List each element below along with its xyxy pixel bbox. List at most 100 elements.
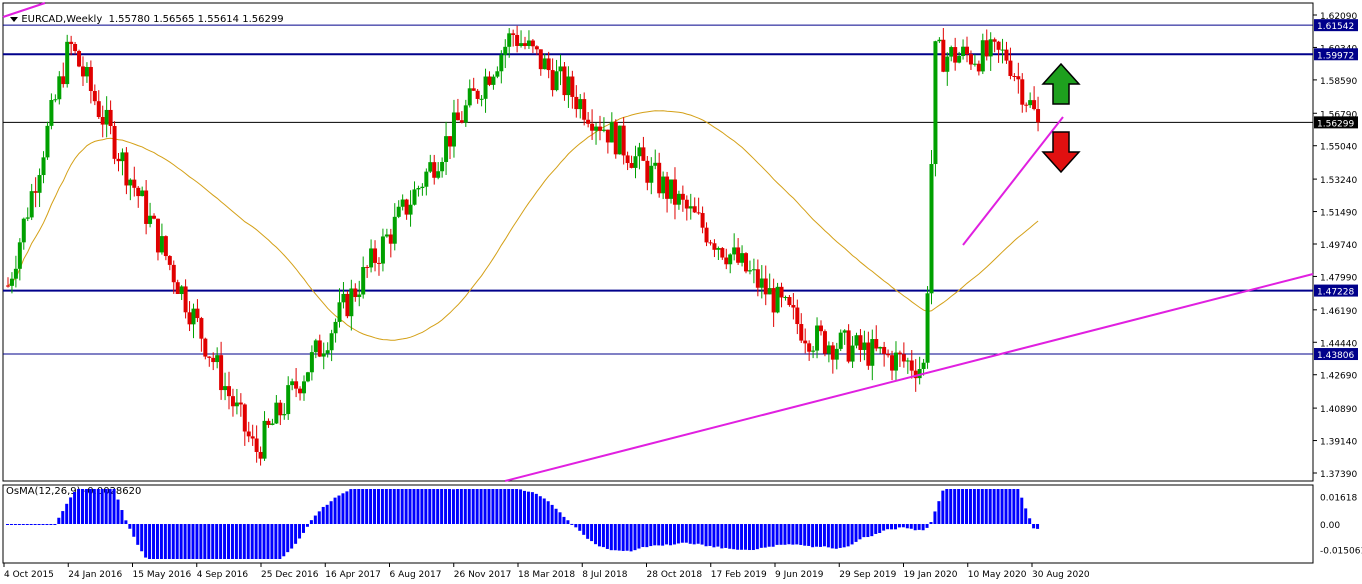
candle-bear bbox=[818, 325, 823, 332]
candle-bull bbox=[728, 254, 733, 265]
osma-bar bbox=[736, 524, 740, 550]
osma-bar bbox=[874, 524, 878, 534]
candle-bear bbox=[672, 179, 677, 205]
candle-bear bbox=[771, 288, 776, 313]
candle-bear bbox=[822, 331, 827, 354]
osma-bar bbox=[116, 499, 120, 524]
osma-bar bbox=[53, 524, 57, 525]
osma-bar bbox=[298, 524, 302, 539]
osma-bar bbox=[432, 489, 436, 524]
osma-bar bbox=[732, 524, 736, 550]
candle-bear bbox=[866, 342, 871, 366]
candle-bull bbox=[826, 345, 831, 354]
candle-bull bbox=[945, 56, 950, 72]
y-tick-label: 1.46190 bbox=[1320, 307, 1357, 317]
osma-bar bbox=[704, 524, 708, 547]
candle-bull bbox=[491, 76, 496, 85]
candle-bull bbox=[862, 342, 867, 350]
x-tick-label: 4 Sep 2016 bbox=[197, 570, 249, 580]
osma-bar bbox=[633, 524, 637, 551]
candle-bull bbox=[751, 269, 756, 271]
candle-bull bbox=[420, 186, 425, 189]
osma-bar bbox=[913, 524, 917, 531]
osma-bar bbox=[163, 524, 167, 559]
osma-bar bbox=[519, 489, 523, 524]
corner-trendline[interactable] bbox=[2, 2, 46, 18]
osma-bar bbox=[965, 489, 969, 524]
x-tick-label: 16 Apr 2017 bbox=[325, 570, 381, 580]
y-tick-label: 1.51490 bbox=[1320, 209, 1357, 219]
osma-bar bbox=[779, 524, 783, 545]
osma-bar bbox=[716, 524, 720, 547]
osma-bar bbox=[1000, 489, 1004, 524]
candle-bear bbox=[404, 199, 409, 215]
osma-bar bbox=[929, 522, 933, 524]
osma-bar bbox=[388, 489, 392, 524]
candle-bull bbox=[878, 346, 883, 349]
osma-bar bbox=[578, 524, 582, 531]
candle-bear bbox=[230, 396, 235, 407]
candle-bull bbox=[234, 402, 239, 407]
osma-bar bbox=[187, 524, 191, 559]
osma-bar bbox=[440, 489, 444, 524]
osma-bar bbox=[526, 491, 530, 524]
osma-bar bbox=[941, 490, 945, 524]
y-tick-label: 1.53240 bbox=[1320, 176, 1357, 186]
osma-bar bbox=[720, 524, 724, 549]
candle-bull bbox=[305, 372, 310, 382]
candle-bull bbox=[594, 126, 599, 131]
x-tick-label: 17 Feb 2019 bbox=[711, 570, 767, 580]
osma-bar bbox=[1020, 497, 1024, 524]
candle-bear bbox=[830, 345, 835, 360]
osma-bar bbox=[444, 489, 448, 524]
osma-bar bbox=[120, 510, 124, 524]
osma-tick-label: -0.015061 bbox=[1320, 547, 1362, 557]
x-tick-label: 8 Jul 2018 bbox=[582, 570, 627, 580]
x-tick-label: 26 Nov 2017 bbox=[454, 570, 512, 580]
short-trendline[interactable] bbox=[962, 116, 1064, 246]
candle-bear bbox=[550, 70, 555, 91]
osma-bar bbox=[262, 524, 266, 559]
price-chart[interactable]: 1.620901.603401.585901.567901.550401.532… bbox=[0, 0, 1362, 584]
candle-bull bbox=[759, 278, 764, 288]
osma-bar bbox=[41, 524, 45, 525]
osma-bar bbox=[148, 524, 152, 559]
candle-bear bbox=[207, 356, 212, 358]
osma-bar bbox=[278, 524, 282, 559]
osma-bar bbox=[207, 524, 211, 559]
osma-bar bbox=[917, 524, 921, 530]
osma-bar bbox=[866, 524, 870, 538]
candle-bear bbox=[33, 191, 38, 193]
osma-bar bbox=[818, 524, 822, 547]
osma-bar bbox=[337, 495, 341, 524]
osma-bar bbox=[676, 524, 680, 544]
osma-bar bbox=[740, 524, 744, 550]
osma-bar bbox=[661, 524, 665, 546]
osma-bar bbox=[159, 524, 163, 559]
osma-bar bbox=[448, 489, 452, 524]
candle-bull bbox=[669, 179, 674, 199]
osma-bar bbox=[767, 524, 771, 547]
rising-trendline[interactable] bbox=[504, 273, 1314, 482]
candle-bear bbox=[534, 46, 539, 50]
candle-bull bbox=[870, 339, 875, 366]
candle-bull bbox=[503, 46, 508, 55]
price-label: 1.56299 bbox=[1317, 119, 1354, 129]
osma-bar bbox=[1004, 489, 1008, 524]
osma-bar bbox=[728, 524, 732, 549]
y-tick-label: 1.42690 bbox=[1320, 372, 1357, 382]
osma-bar bbox=[909, 524, 913, 529]
candle-bear bbox=[246, 431, 251, 437]
candle-bear bbox=[807, 343, 812, 352]
osma-bar bbox=[333, 497, 337, 524]
osma-bar bbox=[1012, 489, 1016, 524]
price-label: 1.43806 bbox=[1317, 351, 1354, 361]
candle-bear bbox=[258, 451, 263, 459]
osma-bar bbox=[380, 489, 384, 524]
osma-bar bbox=[684, 524, 688, 543]
candle-bear bbox=[744, 253, 749, 272]
candle-bull bbox=[609, 121, 614, 143]
candle-bear bbox=[116, 158, 121, 162]
osma-bar bbox=[617, 524, 621, 551]
osma-bar bbox=[953, 489, 957, 524]
